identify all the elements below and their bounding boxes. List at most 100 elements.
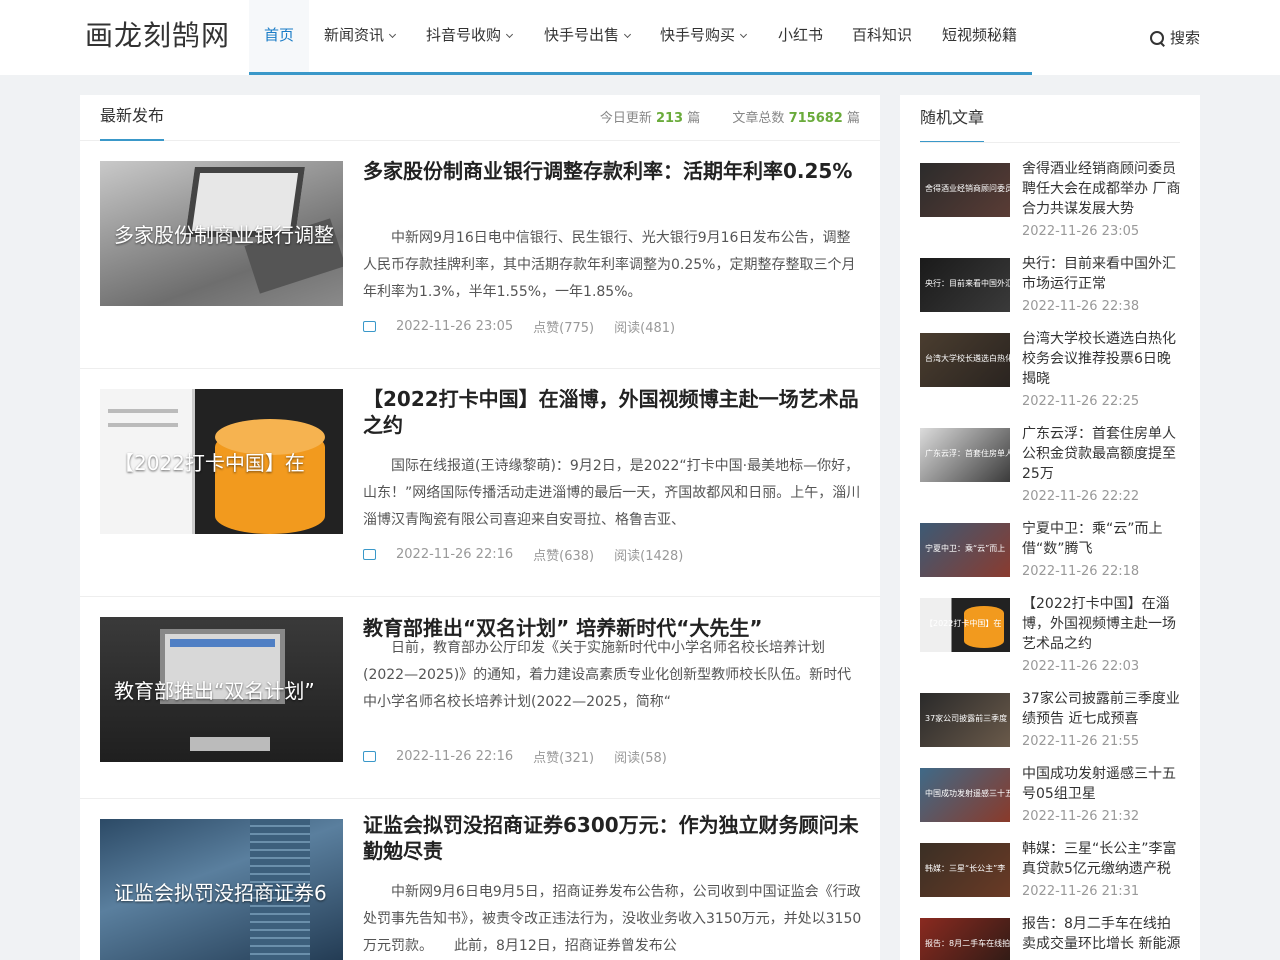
sidebar-item-title[interactable]: 韩媒：三星“长公主”李富真贷款5亿元缴纳遗产税 xyxy=(1022,839,1182,879)
sidebar-item-title[interactable]: 台湾大学校长遴选白热化 校务会议推荐投票6日晚揭晓 xyxy=(1022,329,1182,389)
panel-header: 最新发布 今日更新 213 篇 文章总数 715682 篇 xyxy=(80,95,880,141)
sidebar-item-text: 台湾大学校长遴选白热化 校务会议推荐投票6日晚揭晓 2022-11-26 22:… xyxy=(1022,329,1182,412)
post-thumbnail[interactable]: 教育部推出“双名计划” xyxy=(100,617,343,762)
thumbnail-caption: 舍得酒业经销商顾问委员 xyxy=(925,184,1010,193)
post-item: 证监会拟罚没招商证券6 证监会拟罚没招商证券6300万元：作为独立财务顾问未勤勉… xyxy=(80,799,880,960)
sidebar-item-title[interactable]: 【2022打卡中国】在淄博，外国视频博主赴一场艺术品之约 xyxy=(1022,594,1182,654)
thumbnail-caption: 宁夏中卫：乘“云”而上 xyxy=(925,544,1006,553)
site-header: 画龙刻鹄网 首页 新闻资讯 抖音号收购 快手号出售 快手号购买 小红书 百科知识… xyxy=(0,0,1280,75)
sidebar-thumbnail[interactable]: 韩媒：三星“长公主”李 xyxy=(920,843,1010,897)
nav-label: 短视频秘籍 xyxy=(942,26,1018,44)
total-label: 文章总数 xyxy=(732,111,785,126)
post-excerpt: 国际在线报道(王诗缘黎萌)：9月2日，是2022“打卡中国·最美地标—你好，山东… xyxy=(363,458,861,528)
post-excerpt: 中新网9月16日电中信银行、民生银行、光大银行9月16日发布公告，调整人民币存款… xyxy=(363,230,856,300)
sidebar-thumbnail[interactable]: 央行：目前来看中国外汇 xyxy=(920,258,1010,312)
sidebar-title: 随机文章 xyxy=(920,95,985,143)
sidebar-item[interactable]: 台湾大学校长遴选白热化 台湾大学校长遴选白热化 校务会议推荐投票6日晚揭晓 20… xyxy=(920,331,1180,409)
site-logo[interactable]: 画龙刻鹄网 xyxy=(85,14,230,54)
sidebar-item[interactable]: 中国成功发射遥感三十五 中国成功发射遥感三十五号05组卫星 2022-11-26… xyxy=(920,766,1180,843)
sidebar-item[interactable]: 宁夏中卫：乘“云”而上 宁夏中卫：乘“云”而上借“数”腾飞 2022-11-26… xyxy=(920,521,1180,598)
sidebar-item-title[interactable]: 37家公司披露前三季度业绩预告 近七成预喜 xyxy=(1022,689,1182,729)
nav-item-kuaishou-buy[interactable]: 快手号购买 xyxy=(645,0,761,72)
post-meta: 2022-11-26 22:16 点赞(321) 阅读(58) xyxy=(363,747,687,766)
sidebar-item-date: 2022-11-26 22:38 xyxy=(1022,299,1140,314)
sidebar-item-date: 2022-11-26 22:03 xyxy=(1022,659,1140,674)
divider xyxy=(920,142,1180,143)
post-likes[interactable]: 点赞(775) xyxy=(533,317,594,336)
sidebar-item[interactable]: 舍得酒业经销商顾问委员 舍得酒业经销商顾问委员聘任大会在成都举办 厂商合力共谋发… xyxy=(920,161,1180,239)
panel-title: 最新发布 xyxy=(100,95,165,141)
post-meta: 2022-11-26 22:16 点赞(638) 阅读(1428) xyxy=(363,545,703,564)
sidebar-item-title[interactable]: 报告：8月二手车在线拍卖成交量环比增长 新能源 xyxy=(1022,914,1182,954)
post-item: 多家股份制商业银行调整 多家股份制商业银行调整存款利率：活期年利率0.25% 中… xyxy=(80,141,880,369)
post-title[interactable]: 证监会拟罚没招商证券6300万元：作为独立财务顾问未勤勉尽责 xyxy=(363,812,863,864)
unit-label: 篇 xyxy=(687,111,701,126)
nav-label: 快手号购买 xyxy=(660,26,736,44)
sidebar-item-title[interactable]: 央行：目前来看中国外汇市场运行正常 xyxy=(1022,254,1182,294)
sidebar-item[interactable]: 报告：8月二手车在线拍 报告：8月二手车在线拍卖成交量环比增长 新能源 xyxy=(920,916,1180,960)
sidebar-item[interactable]: 37家公司披露前三季度 37家公司披露前三季度业绩预告 近七成预喜 2022-1… xyxy=(920,691,1180,768)
sidebar-item-text: 报告：8月二手车在线拍卖成交量环比增长 新能源 xyxy=(1022,914,1182,957)
post-excerpt: 日前，教育部办公厅印发《关于实施新时代中小学名师名校长培养计划(2022—202… xyxy=(363,640,852,710)
sidebar-thumbnail[interactable]: 中国成功发射遥感三十五 xyxy=(920,768,1010,822)
nav-label: 新闻资讯 xyxy=(324,26,385,44)
post-thumbnail[interactable]: 证监会拟罚没招商证券6 xyxy=(100,819,343,960)
random-posts-sidebar: 随机文章 舍得酒业经销商顾问委员 舍得酒业经销商顾问委员聘任大会在成都举办 厂商… xyxy=(900,95,1200,960)
search-icon xyxy=(1149,30,1165,46)
thumbnail-caption: 央行：目前来看中国外汇 xyxy=(925,279,1010,288)
today-label: 今日更新 xyxy=(599,111,652,126)
post-title[interactable]: 【2022打卡中国】在淄博，外国视频博主赴一场艺术品之约 xyxy=(363,386,863,438)
today-count: 213 xyxy=(655,111,684,126)
sidebar-thumbnail[interactable]: 报告：8月二手车在线拍 xyxy=(920,918,1010,960)
sidebar-thumbnail[interactable]: 舍得酒业经销商顾问委员 xyxy=(920,163,1010,217)
sidebar-item-date: 2022-11-26 22:25 xyxy=(1022,394,1140,409)
nav-item-home[interactable]: 首页 xyxy=(249,0,310,72)
sidebar-item-title[interactable]: 广东云浮：首套住房单人公积金贷款最高额度提至25万 xyxy=(1022,424,1182,484)
post-likes[interactable]: 点赞(638) xyxy=(533,545,594,564)
nav-label: 小红书 xyxy=(778,26,824,44)
category-icon[interactable] xyxy=(363,321,376,332)
sidebar-thumbnail[interactable]: 广东云浮：首套住房单人 xyxy=(920,428,1010,482)
nav-item-wiki[interactable]: 百科知识 xyxy=(837,0,927,72)
thumbnail-caption: 多家股份制商业银行调整 xyxy=(114,223,334,247)
post-thumbnail[interactable]: 多家股份制商业银行调整 xyxy=(100,161,343,306)
thumbnail-caption: 【2022打卡中国】在 xyxy=(114,451,305,475)
search-button[interactable]: 搜索 xyxy=(1149,27,1200,48)
sidebar-item-date: 2022-11-26 21:31 xyxy=(1022,884,1140,899)
nav-label: 抖音号收购 xyxy=(426,26,502,44)
nav-item-douyin-buy[interactable]: 抖音号收购 xyxy=(411,0,527,72)
sidebar-thumbnail[interactable]: 【2022打卡中国】在 xyxy=(920,598,1010,652)
sidebar-item-title[interactable]: 中国成功发射遥感三十五号05组卫星 xyxy=(1022,764,1182,804)
nav-item-video-tips[interactable]: 短视频秘籍 xyxy=(927,0,1032,72)
post-likes[interactable]: 点赞(321) xyxy=(533,747,594,766)
chevron-down-icon xyxy=(623,30,632,39)
post-item: 【2022打卡中国】在 【2022打卡中国】在淄博，外国视频博主赴一场艺术品之约… xyxy=(80,369,880,597)
sidebar-thumbnail[interactable]: 台湾大学校长遴选白热化 xyxy=(920,333,1010,387)
category-icon[interactable] xyxy=(363,549,376,560)
post-thumbnail[interactable]: 【2022打卡中国】在 xyxy=(100,389,343,534)
chevron-down-icon xyxy=(739,30,748,39)
post-excerpt: 中新网9月6日电9月5日，招商证券发布公告称，公司收到中国证监会《行政处罚事先告… xyxy=(363,884,862,954)
sidebar-item-title[interactable]: 舍得酒业经销商顾问委员聘任大会在成都举办 厂商合力共谋发展大势 xyxy=(1022,159,1182,219)
sidebar-thumbnail[interactable]: 宁夏中卫：乘“云”而上 xyxy=(920,523,1010,577)
sidebar-item-text: 韩媒：三星“长公主”李富真贷款5亿元缴纳遗产税 2022-11-26 21:31 xyxy=(1022,839,1182,902)
sidebar-item[interactable]: 【2022打卡中国】在 【2022打卡中国】在淄博，外国视频博主赴一场艺术品之约… xyxy=(920,596,1180,674)
sidebar-thumbnail[interactable]: 37家公司披露前三季度 xyxy=(920,693,1010,747)
sidebar-item-text: 【2022打卡中国】在淄博，外国视频博主赴一场艺术品之约 2022-11-26 … xyxy=(1022,594,1182,677)
sidebar-item-title[interactable]: 宁夏中卫：乘“云”而上借“数”腾飞 xyxy=(1022,519,1182,559)
nav-label: 首页 xyxy=(264,26,295,44)
sidebar-item[interactable]: 韩媒：三星“长公主”李 韩媒：三星“长公主”李富真贷款5亿元缴纳遗产税 2022… xyxy=(920,841,1180,918)
sidebar-item[interactable]: 央行：目前来看中国外汇 央行：目前来看中国外汇市场运行正常 2022-11-26… xyxy=(920,256,1180,333)
sidebar-item[interactable]: 广东云浮：首套住房单人 广东云浮：首套住房单人公积金贷款最高额度提至25万 20… xyxy=(920,426,1180,504)
site-stats: 今日更新 213 篇 文章总数 715682 篇 xyxy=(600,107,860,126)
post-title[interactable]: 多家股份制商业银行调整存款利率：活期年利率0.25% xyxy=(363,158,863,184)
sidebar-item-text: 舍得酒业经销商顾问委员聘任大会在成都举办 厂商合力共谋发展大势 2022-11-… xyxy=(1022,159,1182,242)
thumbnail-caption: 【2022打卡中国】在 xyxy=(925,619,1002,628)
sidebar-item-text: 宁夏中卫：乘“云”而上借“数”腾飞 2022-11-26 22:18 xyxy=(1022,519,1182,582)
nav-item-news[interactable]: 新闻资讯 xyxy=(309,0,410,72)
nav-item-xiaohongshu[interactable]: 小红书 xyxy=(763,0,838,72)
category-icon[interactable] xyxy=(363,751,376,762)
thumbnail-caption: 证监会拟罚没招商证券6 xyxy=(114,881,327,905)
thumbnail-caption: 37家公司披露前三季度 xyxy=(925,714,1008,723)
nav-item-kuaishou-sell[interactable]: 快手号出售 xyxy=(529,0,645,72)
